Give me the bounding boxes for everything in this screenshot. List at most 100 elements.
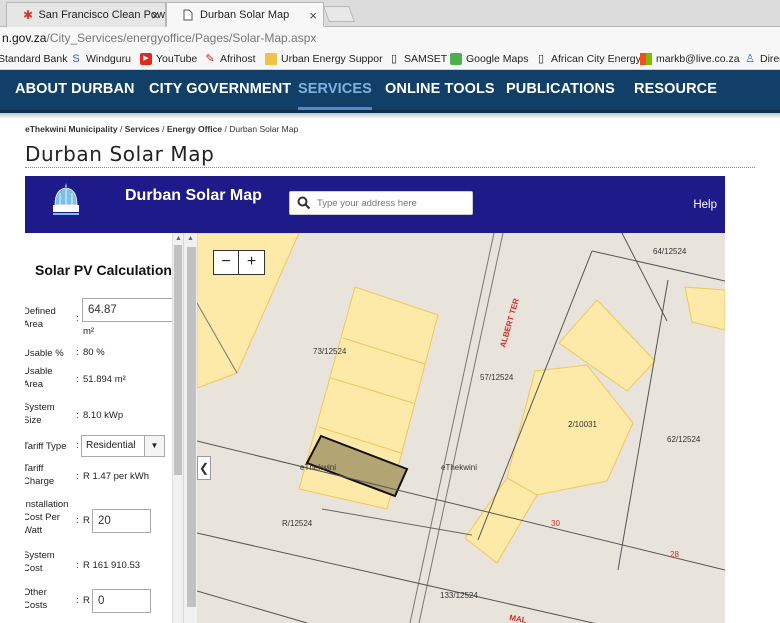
person-icon: ♙ bbox=[745, 53, 755, 65]
nav-services[interactable]: SERVICES bbox=[298, 70, 372, 110]
usable-area-label: Usable Area bbox=[25, 366, 53, 390]
address-search[interactable] bbox=[289, 191, 473, 215]
zoom-control: − + bbox=[213, 250, 265, 275]
defined-area-label: Defined Area bbox=[25, 306, 56, 330]
tab-san-francisco[interactable]: ✱ San Francisco Clean Pow × bbox=[6, 2, 166, 27]
bookmark-direc[interactable]: ♙Direc bbox=[744, 53, 780, 65]
calculator-title: Solar PV Calculation bbox=[35, 262, 172, 278]
page-icon: ▯ bbox=[537, 53, 545, 65]
system-size-value: 8.10 kWp bbox=[83, 410, 124, 421]
street-label: MAL bbox=[509, 613, 528, 623]
collapse-panel-button[interactable]: ❮ bbox=[197, 456, 211, 480]
zoom-out-button[interactable]: − bbox=[214, 251, 239, 274]
afrihost-icon: ✎ bbox=[205, 53, 215, 65]
page-title: Durban Solar Map bbox=[25, 142, 215, 166]
bookmark-afrihost[interactable]: ✎ Afrihost bbox=[204, 53, 255, 65]
parcel-label: 62/12524 bbox=[667, 435, 701, 444]
new-tab-button[interactable] bbox=[323, 6, 355, 22]
bookmark-urban-energy[interactable]: Urban Energy Suppor bbox=[265, 53, 383, 65]
help-link[interactable]: Help bbox=[693, 199, 717, 211]
other-costs-label: Other Costs bbox=[25, 587, 48, 611]
install-cost-label: Installation Cost Per Watt bbox=[25, 499, 69, 536]
youtube-icon: ▶ bbox=[140, 53, 152, 65]
search-icon bbox=[297, 196, 311, 210]
breadcrumb: eThekwini Municipality / Services / Ener… bbox=[25, 124, 299, 134]
parcel-label: 64/12524 bbox=[653, 247, 687, 256]
solar-map[interactable]: 64/12524 ALBERT TER 73/12524 57/12524 2/… bbox=[197, 233, 725, 623]
app-title: Durban Solar Map bbox=[125, 187, 262, 204]
nav-shadow bbox=[0, 113, 780, 119]
bookmark-samset[interactable]: ▯ SAMSET bbox=[388, 53, 447, 65]
street-number-label: 30 bbox=[551, 519, 560, 528]
tab-title: San Francisco Clean Pow bbox=[38, 9, 165, 21]
parcel-label: 133/12524 bbox=[440, 591, 478, 600]
nav-resource-centre[interactable]: RESOURCE CENTRE bbox=[634, 70, 780, 135]
parcel[interactable] bbox=[464, 477, 538, 564]
system-cost-label: System Cost bbox=[25, 550, 55, 574]
url-domain: n.gov.za bbox=[2, 31, 47, 45]
system-cost-value: R 161 910.53 bbox=[83, 560, 141, 571]
panel-scroll-thumb[interactable] bbox=[174, 245, 182, 475]
tariff-type-label: Tariff Type bbox=[25, 441, 67, 452]
tariff-charge-label: Tariff Charge bbox=[25, 463, 55, 487]
bookmark-african-city-energy[interactable]: ▯ African City Energy bbox=[535, 53, 641, 65]
usable-pct-label: Usable % bbox=[25, 348, 64, 359]
browser-tab-bar: ✱ San Francisco Clean Pow × Durban Solar… bbox=[0, 0, 780, 27]
parcel-label: 2/10031 bbox=[568, 420, 597, 429]
street-label: ALBERT TER bbox=[498, 297, 521, 348]
street-number-label: 28 bbox=[670, 550, 679, 559]
page-icon: ▯ bbox=[390, 53, 398, 65]
owner-label: eThekwini bbox=[441, 463, 477, 472]
bookmark-standard-bank[interactable]: Standard Bank bbox=[0, 53, 67, 65]
system-size-label: System Size bbox=[25, 402, 55, 426]
sf-favicon-icon: ✱ bbox=[23, 8, 34, 22]
chevron-left-icon: ❮ bbox=[198, 461, 210, 475]
parcel-label: 57/12524 bbox=[480, 373, 514, 382]
ethekwini-logo bbox=[47, 181, 85, 229]
page-icon bbox=[183, 9, 195, 21]
scroll-up-icon[interactable]: ▲ bbox=[187, 235, 194, 242]
nav-city-government[interactable]: CITY GOVERNMENT bbox=[149, 70, 291, 110]
windguru-icon: S bbox=[72, 53, 80, 65]
usable-area-value: 51.894 m² bbox=[83, 374, 126, 385]
panel-scrollbar[interactable]: ▲ bbox=[172, 233, 183, 623]
site-navigation: ABOUT DURBAN CITY GOVERNMENT SERVICES ON… bbox=[0, 70, 780, 135]
address-bar[interactable]: n.gov.za/City_Services/energyoffice/Page… bbox=[0, 27, 780, 49]
tab-durban-solar-map[interactable]: Durban Solar Map × bbox=[166, 2, 324, 27]
close-tab-icon[interactable]: × bbox=[309, 8, 317, 23]
other-costs-input[interactable] bbox=[92, 589, 151, 613]
bookmark-youtube[interactable]: ▶ YouTube bbox=[140, 53, 197, 65]
outer-scrollbar[interactable]: ▲ bbox=[183, 233, 197, 623]
parcel-label: R/12524 bbox=[282, 519, 313, 528]
nav-about-durban[interactable]: ABOUT DURBAN bbox=[15, 70, 135, 110]
tariff-type-value: Residential bbox=[86, 440, 136, 451]
bookmark-email[interactable]: markb@live.co.za bbox=[640, 53, 740, 65]
close-tab-icon[interactable]: × bbox=[151, 8, 159, 23]
bookmark-windguru[interactable]: S Windguru bbox=[70, 53, 131, 65]
other-costs-prefix: R bbox=[83, 595, 90, 606]
install-cost-input[interactable] bbox=[92, 509, 151, 533]
search-input[interactable] bbox=[317, 197, 467, 209]
parcel[interactable] bbox=[684, 286, 725, 331]
defined-area-unit: m² bbox=[83, 326, 95, 337]
nav-online-tools[interactable]: ONLINE TOOLS bbox=[385, 70, 495, 110]
parcel[interactable] bbox=[506, 364, 634, 496]
parcel-label: 73/12524 bbox=[313, 347, 347, 356]
breadcrumb-link[interactable]: Energy Office bbox=[167, 124, 222, 134]
google-maps-icon bbox=[450, 53, 462, 65]
tab-title: Durban Solar Map bbox=[200, 8, 290, 21]
folder-icon bbox=[265, 53, 277, 65]
map-canvas[interactable]: 64/12524 ALBERT TER 73/12524 57/12524 2/… bbox=[197, 233, 725, 623]
microsoft-icon bbox=[640, 53, 652, 65]
bookmarks-bar: Standard Bank S Windguru ▶ YouTube ✎ Afriho… bbox=[0, 49, 780, 70]
breadcrumb-link[interactable]: Services bbox=[125, 124, 160, 134]
tariff-type-select[interactable]: Residential ▼ bbox=[81, 435, 165, 457]
zoom-in-button[interactable]: + bbox=[239, 251, 264, 274]
defined-area-input[interactable] bbox=[82, 298, 177, 322]
bookmark-google-maps[interactable]: Google Maps bbox=[450, 53, 528, 65]
url-path: /City_Services/energyoffice/Pages/Solar-… bbox=[46, 31, 317, 45]
scroll-up-icon[interactable]: ▲ bbox=[175, 235, 182, 242]
breadcrumb-link[interactable]: eThekwini Municipality bbox=[25, 124, 118, 134]
nav-publications[interactable]: PUBLICATIONS bbox=[506, 70, 615, 110]
outer-scroll-thumb[interactable] bbox=[187, 247, 196, 607]
